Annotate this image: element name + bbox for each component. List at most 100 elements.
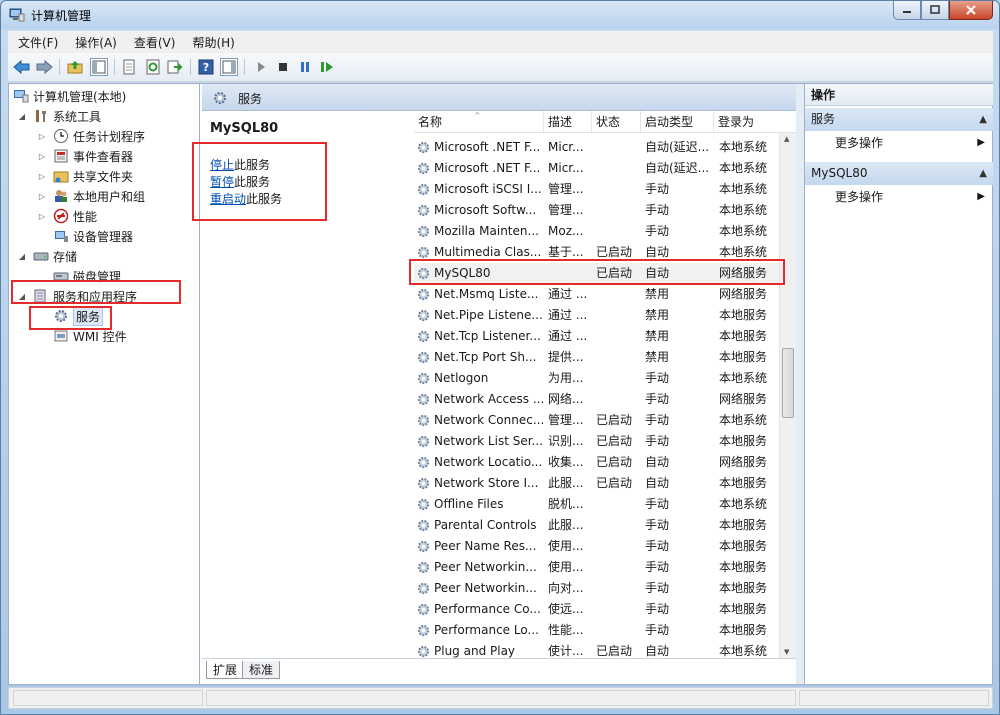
service-gear-icon [417,435,430,448]
scrollbar-thumb[interactable] [782,348,794,418]
service-gear-icon [417,330,430,343]
table-row[interactable]: Mozilla Mainten... Moz... 手动 本地系统 [414,221,786,242]
vertical-scrollbar[interactable]: ▲ ▼ [779,133,796,658]
service-logon-as: 本地服务 [719,602,768,616]
refresh-button[interactable] [144,58,162,76]
collapse-up-icon[interactable]: ▲ [979,108,987,131]
tab-standard[interactable]: 标准 [242,661,281,679]
collapse-arrow-icon[interactable]: ◢ [17,252,27,261]
maximize-button[interactable] [921,1,949,20]
menu-action[interactable]: 操作(A) [75,34,117,51]
export-list-button[interactable] [120,58,138,76]
pause-icon [301,62,309,72]
column-startup-type[interactable]: 启动类型 [641,111,714,133]
restart-service-button[interactable] [318,58,336,76]
more-actions-mysql80[interactable]: 更多操作 ▶ [805,186,993,208]
table-row[interactable]: Performance Lo... 性能... 手动 本地服务 [414,620,786,641]
table-row[interactable]: Network Locatio... 收集... 已启动 自动 网络服务 [414,452,786,473]
table-row[interactable]: Offline Files 脱机... 手动 本地系统 [414,494,786,515]
tree-item-device-manager[interactable]: 设备管理器 [53,226,133,246]
tree-item-shared-folders[interactable]: ▷ 共享文件夹 [37,166,133,186]
table-row[interactable]: Performance Co... 使远... 手动 本地服务 [414,599,786,620]
collapse-arrow-icon[interactable]: ◢ [17,112,27,121]
service-status [596,368,642,389]
expand-arrow-icon[interactable]: ▷ [37,192,47,201]
service-status: 已启动 [596,644,633,658]
service-gear-icon [417,414,430,427]
export-button[interactable] [166,58,184,76]
table-row[interactable]: Parental Controls 此服... 手动 本地服务 [414,515,786,536]
table-row[interactable]: Microsoft Softw... 管理... 手动 本地系统 [414,200,786,221]
service-name: Plug and Play [434,644,516,658]
menu-view[interactable]: 查看(V) [134,34,176,51]
show-hide-action-pane-button[interactable] [220,58,238,76]
tree-item-task-scheduler[interactable]: ▷ 任务计划程序 [37,126,145,146]
service-name: Network Store I... [434,476,539,490]
table-row[interactable]: Network Connec... 管理... 已启动 手动 本地系统 [414,410,786,431]
service-gear-icon [417,561,430,574]
table-row[interactable]: Network Access ... 网络... 手动 网络服务 [414,389,786,410]
actions-section-services[interactable]: 服务 ▲ [805,108,993,131]
back-arrow-icon [13,59,30,75]
table-row[interactable]: Peer Networkin... 向对... 手动 本地服务 [414,578,786,599]
tree-item-system-tools[interactable]: ◢ 系统工具 [17,106,101,126]
expand-arrow-icon[interactable]: ▷ [37,212,47,221]
tree-item-performance[interactable]: ▷ 性能 [37,206,97,226]
column-name[interactable]: 名称 ^ [414,111,544,133]
table-row[interactable]: Net.Pipe Listene... 通过 ... 禁用 本地服务 [414,305,786,326]
expand-arrow-icon[interactable]: ▷ [37,152,47,161]
close-button[interactable] [949,1,993,20]
scroll-down-icon[interactable]: ▼ [784,648,789,656]
service-gear-icon [417,456,430,469]
expand-arrow-icon[interactable]: ▷ [37,132,47,141]
title-bar[interactable]: 计算机管理 [1,1,999,29]
tree-item-root[interactable]: 计算机管理(本地) [13,86,126,106]
table-row[interactable]: Peer Networkin... 使用... 手动 本地服务 [414,557,786,578]
stop-service-button[interactable] [274,58,292,76]
column-logon-as[interactable]: 登录为 [714,111,796,133]
start-service-button[interactable] [252,58,270,76]
service-name: Peer Networkin... [434,560,537,574]
table-row[interactable]: Microsoft .NET F... Micr... 自动(延迟... 本地系统 [414,158,786,179]
table-row[interactable]: Peer Name Res... 使用... 手动 本地服务 [414,536,786,557]
table-row[interactable]: Plug and Play 使计... 已启动 自动 本地系统 [414,641,786,658]
back-button[interactable] [13,58,31,76]
minimize-button[interactable] [893,1,921,20]
menu-help[interactable]: 帮助(H) [192,34,234,51]
show-hide-tree-button[interactable] [90,58,108,76]
service-startup-type: 自动 [645,644,670,658]
pane-splitter[interactable] [796,84,804,684]
more-actions-services[interactable]: 更多操作 ▶ [805,132,993,154]
table-row[interactable]: Net.Tcp Port Sh... 提供... 禁用 本地服务 [414,347,786,368]
table-row[interactable]: Microsoft .NET F... Micr... 自动(延迟... 本地系统 [414,137,786,158]
scroll-up-icon[interactable]: ▲ [784,135,789,143]
service-gear-icon [417,309,430,322]
table-row[interactable]: Net.Msmq Liste... 通过 ... 禁用 网络服务 [414,284,786,305]
service-description: 管理... [548,413,584,427]
table-row[interactable]: Netlogon 为用... 手动 本地系统 [414,368,786,389]
table-row[interactable]: Microsoft iSCSI I... 管理... 手动 本地系统 [414,179,786,200]
tab-extended[interactable]: 扩展 [206,661,245,679]
column-status[interactable]: 状态 [592,111,641,133]
up-folder-button[interactable] [66,58,84,76]
performance-icon [53,208,69,224]
table-row[interactable]: Network Store I... 此服... 已启动 自动 本地服务 [414,473,786,494]
expand-arrow-icon[interactable]: ▷ [37,172,47,181]
service-name: Net.Tcp Port Sh... [434,350,537,364]
help-button[interactable]: ? [197,58,215,76]
tree-item-storage[interactable]: ◢ 存储 [17,246,77,266]
collapse-up-icon[interactable]: ▲ [979,162,987,185]
menu-file[interactable]: 文件(F) [18,34,58,51]
tree-item-event-viewer[interactable]: ▷ 事件查看器 [37,146,133,166]
service-description: 管理... [548,182,584,196]
table-row[interactable]: Network List Ser... 识别... 已启动 手动 本地服务 [414,431,786,452]
pause-service-button[interactable] [296,58,314,76]
service-gear-icon [417,477,430,490]
actions-section-mysql80[interactable]: MySQL80 ▲ [805,162,993,185]
column-description[interactable]: 描述 [544,111,592,133]
forward-button[interactable] [35,58,53,76]
table-row[interactable]: Net.Tcp Listener... 通过 ... 禁用 本地服务 [414,326,786,347]
service-name: Network Access ... [434,392,544,406]
tree-item-local-users[interactable]: ▷ 本地用户和组 [37,186,145,206]
console-tree-icon [92,60,106,74]
